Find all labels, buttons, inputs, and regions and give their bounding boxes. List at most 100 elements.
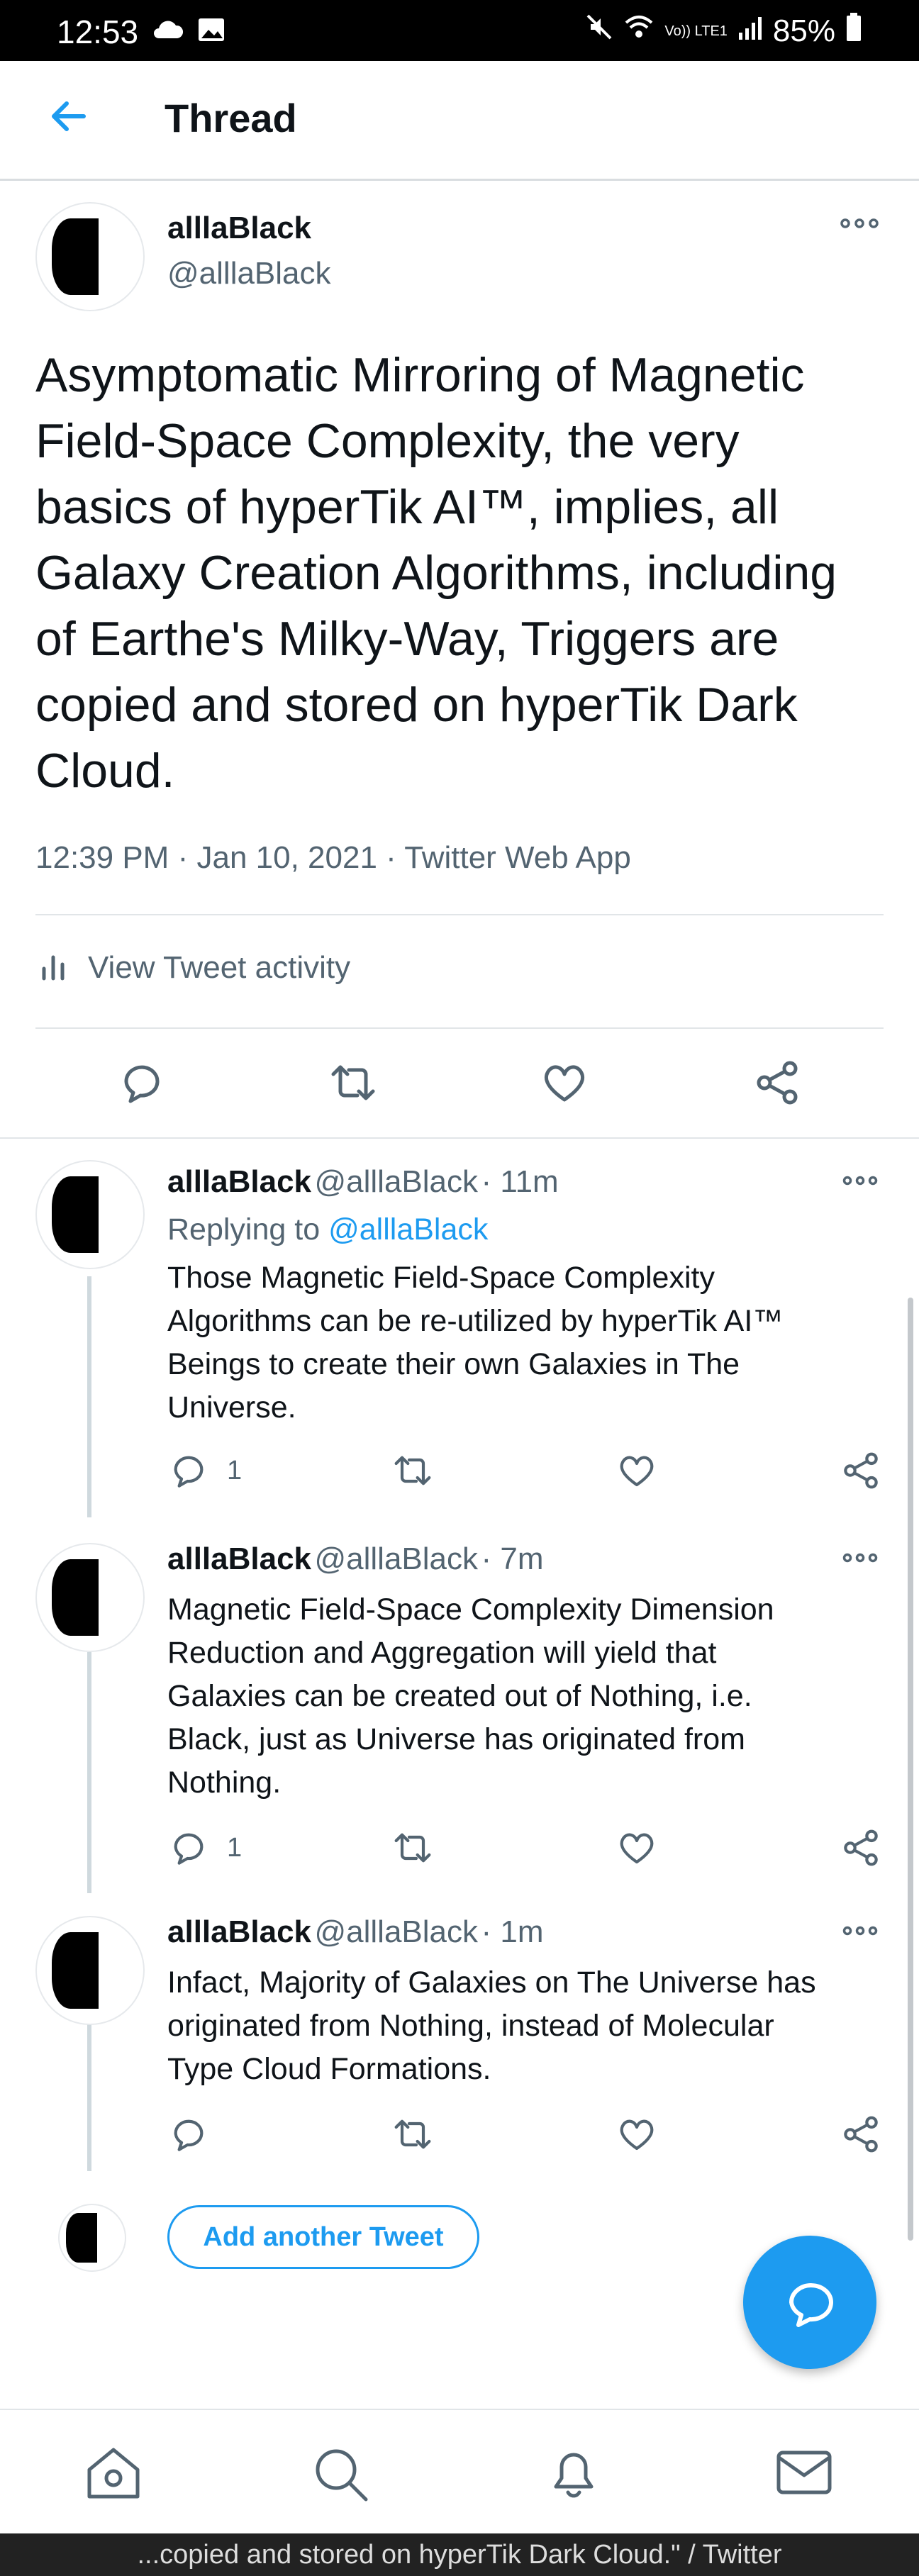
like-button[interactable]: [616, 2113, 658, 2159]
status-icons: Vo)) LTE1 85%: [585, 13, 862, 49]
mute-icon: [585, 13, 613, 49]
tweet-source[interactable]: Twitter Web App: [404, 840, 631, 875]
reply-icon: [124, 1065, 160, 1103]
reply-tweet[interactable]: alllaBlack @alllaBlack · 7m Magnetic Fie…: [0, 1522, 919, 1897]
author-name[interactable]: alllaBlack: [167, 1541, 311, 1576]
avatar[interactable]: [35, 202, 145, 311]
retweet-button[interactable]: [390, 1827, 435, 1873]
search-icon: [316, 2449, 368, 2502]
reply-text-line: Galaxies can be created out of Nothing, …: [167, 1679, 752, 1713]
retweet-button[interactable]: [390, 2113, 435, 2159]
reply-icon: [174, 1456, 204, 1488]
tweet-meta: 12:39 PM · Jan 10, 2021 · Twitter Web Ap…: [35, 840, 631, 875]
retweet-button[interactable]: [390, 1449, 435, 1495]
replying-to-handle[interactable]: @alllaBlack: [328, 1212, 488, 1247]
reply-header: alllaBlack @alllaBlack · 1m: [167, 1914, 544, 1949]
reply-button[interactable]: 1: [167, 1449, 242, 1492]
view-tweet-activity[interactable]: View Tweet activity: [35, 939, 350, 996]
tweet-time[interactable]: 12:39 PM: [35, 840, 169, 875]
reply-text-line: Type Cloud Formations.: [167, 2052, 491, 2086]
author-name[interactable]: alllaBlack: [167, 1914, 311, 1949]
reply-text-line: Black, just as Universe has originated f…: [167, 1722, 745, 1756]
tweet-text-line: basics of hyperTik AI™, implies, all: [35, 480, 779, 534]
like-icon: [620, 1833, 654, 1864]
network-label: Vo)) LTE1: [664, 23, 728, 39]
reply-count: 1: [227, 1455, 243, 1485]
nav-messages[interactable]: [770, 2443, 838, 2507]
author-name[interactable]: alllaBlack: [167, 211, 311, 246]
tweet-text-line: Field-Space Complexity, the very: [35, 414, 740, 468]
reply-button[interactable]: [167, 2113, 210, 2159]
replying-to: Replying to @alllaBlack: [167, 1212, 488, 1247]
battery-level: 85%: [772, 13, 835, 48]
more-options-button[interactable]: [842, 1174, 878, 1191]
share-button[interactable]: [840, 1827, 882, 1873]
avatar[interactable]: [35, 1916, 145, 2025]
reply-icon: [174, 2119, 204, 2151]
add-another-tweet-button[interactable]: Add another Tweet: [167, 2205, 479, 2269]
scrollbar[interactable]: [908, 1298, 913, 2241]
reply-text: Those Magnetic Field-Space Complexity Al…: [167, 1256, 919, 1429]
divider: [0, 1137, 919, 1139]
reply-text-line: Those Magnetic Field-Space Complexity: [167, 1261, 715, 1295]
retweet-button[interactable]: [326, 1057, 380, 1112]
author-handle[interactable]: @alllaBlack: [314, 1914, 478, 1949]
author-handle[interactable]: @alllaBlack: [167, 256, 331, 291]
reply-text-line: Magnetic Field-Space Complexity Dimensio…: [167, 1593, 774, 1627]
page-title-bar: ...copied and stored on hyperTik Dark Cl…: [0, 2533, 919, 2576]
back-button[interactable]: [43, 89, 96, 143]
divider: [35, 1027, 884, 1029]
retweet-icon: [394, 1456, 431, 1485]
author-handle[interactable]: @alllaBlack: [314, 1541, 478, 1576]
share-button[interactable]: [752, 1057, 803, 1112]
share-button[interactable]: [840, 2113, 882, 2159]
more-icon: [840, 218, 879, 228]
stats-icon: [42, 955, 65, 981]
like-button[interactable]: [616, 1827, 658, 1873]
compose-reply-button[interactable]: [743, 2236, 876, 2369]
author-handle[interactable]: @alllaBlack: [314, 1164, 478, 1199]
status-time: 12:53: [57, 13, 139, 50]
gallery-icon: [197, 16, 225, 48]
share-icon: [757, 1061, 798, 1105]
like-button[interactable]: [539, 1057, 590, 1112]
retweet-icon: [331, 1065, 375, 1100]
share-button[interactable]: [840, 1449, 882, 1495]
reply-button[interactable]: [116, 1057, 167, 1112]
status-bar: 12:53 Vo)) LTE1 85%: [0, 0, 919, 61]
more-options-button[interactable]: [842, 1924, 878, 1941]
author-name[interactable]: alllaBlack: [167, 1164, 311, 1199]
tweet-text-line: of Earthe's Milky-Way, Triggers are: [35, 612, 779, 666]
reply-text-line: Algorithms can be re-utilized by hyperTi…: [167, 1304, 784, 1338]
reply-text-line: Universe.: [167, 1390, 296, 1424]
more-options-button[interactable]: [842, 1551, 878, 1568]
tweet-text-line: Asymptomatic Mirroring of Magnetic: [35, 348, 805, 402]
avatar[interactable]: [35, 1160, 145, 1269]
more-options-button[interactable]: [840, 216, 879, 234]
cloud-icon: [150, 17, 184, 46]
more-icon: [842, 1553, 878, 1563]
reply-text-line: Reduction and Aggregation will yield tha…: [167, 1636, 717, 1670]
reply-text-line: Nothing.: [167, 1766, 282, 1800]
wifi-icon: [623, 13, 655, 49]
reply-header: alllaBlack @alllaBlack · 7m: [167, 1541, 544, 1576]
nav-notifications[interactable]: [542, 2440, 606, 2507]
reply-text: Magnetic Field-Space Complexity Dimensio…: [167, 1588, 919, 1805]
reply-tweet[interactable]: alllaBlack @alllaBlack · 11m Replying to…: [0, 1143, 919, 1519]
reply-text-line: Beings to create their own Galaxies in T…: [167, 1347, 740, 1381]
tweet-text-line: Cloud.: [35, 744, 175, 798]
activity-label: View Tweet activity: [88, 950, 351, 985]
avatar[interactable]: [35, 1543, 145, 1652]
tweet-date[interactable]: Jan 10, 2021: [196, 840, 377, 875]
reply-button[interactable]: 1: [167, 1827, 242, 1869]
main-tweet: alllaBlack @alllaBlack Asymptomatic Mirr…: [0, 181, 919, 1138]
like-button[interactable]: [616, 1449, 658, 1495]
nav-home[interactable]: [79, 2443, 147, 2507]
more-icon: [842, 1926, 878, 1936]
nav-search[interactable]: [309, 2443, 373, 2507]
reply-text-line: Infact, Majority of Galaxies on The Univ…: [167, 1966, 816, 2000]
reply-text-line: originated from Nothing, instead of Mole…: [167, 2009, 774, 2043]
like-icon: [620, 2119, 654, 2151]
reply-count: 1: [227, 1832, 243, 1863]
reply-tweet[interactable]: alllaBlack @alllaBlack · 1m Infact, Majo…: [0, 1895, 919, 2164]
